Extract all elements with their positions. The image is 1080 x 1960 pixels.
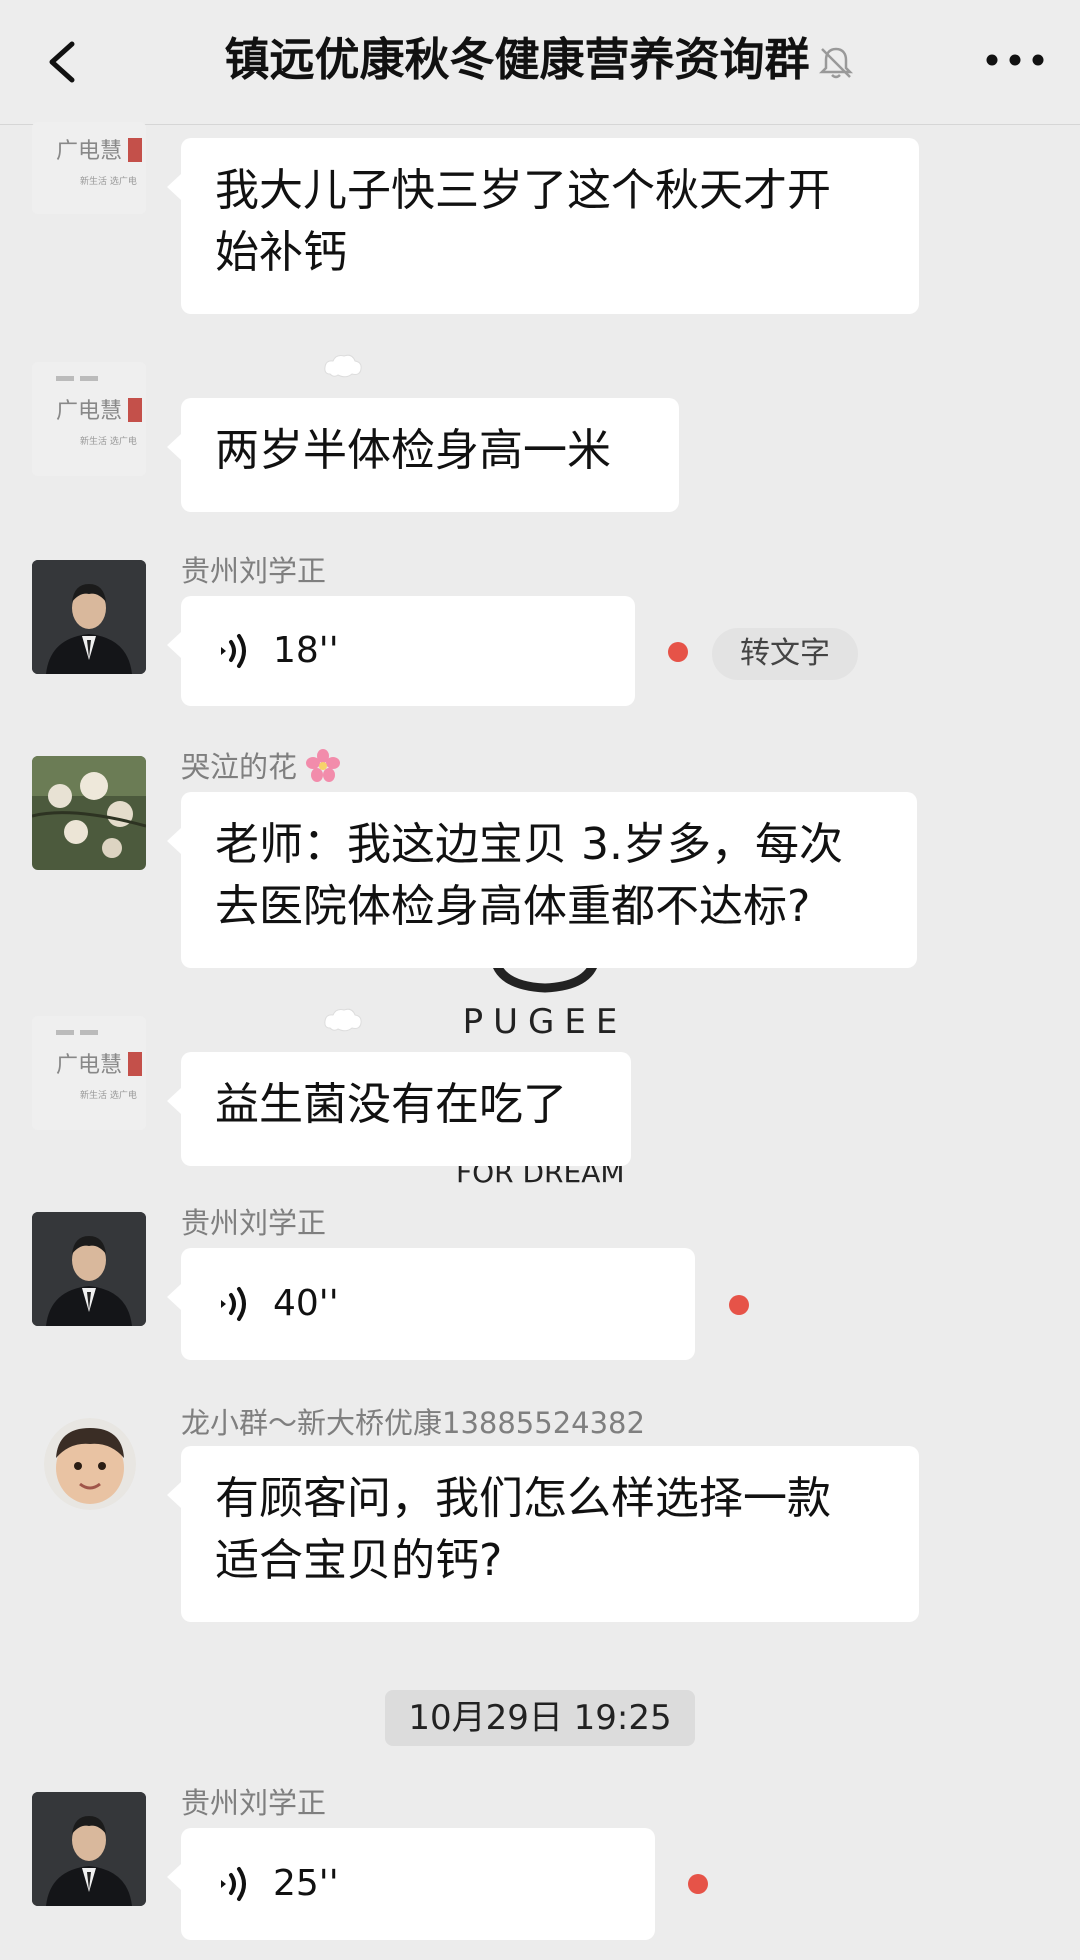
message-bubble[interactable]: 有顾客问，我们怎么样选择一款 适合宝贝的钙? <box>167 1446 919 1622</box>
baby-photo-icon <box>44 1418 136 1510</box>
svg-text:广电慧: 广电慧 <box>56 399 122 424</box>
message-bubble[interactable]: 益生菌没有在吃了 <box>167 1052 631 1166</box>
convert-to-text-button[interactable]: 转文字 <box>712 628 858 680</box>
message-text-line: 去医院体检身高体重都不达标? <box>215 881 811 932</box>
more-button[interactable] <box>980 40 1050 80</box>
back-arrow-icon <box>49 41 75 83</box>
svg-text:新生活 选广电: 新生活 选广电 <box>80 435 137 447</box>
voice-wave-icon <box>221 1287 246 1321</box>
more-dots-icon <box>986 54 1044 66</box>
message-text-line: 两岁半体检身高一米 <box>215 425 611 476</box>
unread-dot <box>729 1295 749 1315</box>
mute-bell-icon <box>818 47 853 79</box>
pugee-watermark: PUGEE EE FOR DREAM <box>440 960 650 1189</box>
message-bubble[interactable]: 两岁半体检身高一米 <box>167 398 679 512</box>
chat-header: 镇远优康秋冬健康营养资询群 <box>0 0 1080 125</box>
message-text-line: 始补钙 <box>215 227 347 278</box>
sender-name: 龙小群～新大桥优康13885524382 <box>181 1406 645 1440</box>
voice-duration: 25'' <box>273 1863 339 1904</box>
svg-text:新生活 选广电: 新生活 选广电 <box>80 175 137 187</box>
voice-message[interactable]: 40'' <box>167 1248 695 1360</box>
message-text-line: 老师：我这边宝贝 3.岁多，每次 <box>215 819 843 870</box>
svg-text:广电慧: 广电慧 <box>56 1053 122 1078</box>
group-name: 镇远优康秋冬健康营养资询群 <box>224 33 810 86</box>
chat-title: 镇远优康秋冬健康营养资询群 <box>130 28 950 92</box>
unread-dot <box>668 642 688 662</box>
sender-name: 贵州刘学正 <box>181 1786 327 1820</box>
avatar-guangdian[interactable]: 广电慧 新生活 选广电 <box>32 122 146 214</box>
back-button[interactable] <box>36 30 96 94</box>
person-photo-icon <box>32 1792 146 1906</box>
avatar-longxiaoqun[interactable] <box>44 1418 136 1510</box>
cherry-blossom-icon <box>306 749 341 782</box>
thought-bubble-icon <box>324 1008 362 1032</box>
message-bubble[interactable]: 我大儿子快三岁了这个秋天才开 始补钙 <box>167 138 919 314</box>
watermark-brand: PUGEE <box>462 1002 628 1042</box>
message-text-line: 我大儿子快三岁了这个秋天才开 <box>215 165 831 216</box>
message-text-line: 适合宝贝的钙? <box>215 1535 503 1586</box>
voice-duration: 40'' <box>273 1283 339 1324</box>
person-photo-icon <box>32 1212 146 1326</box>
message-text-line: 益生菌没有在吃了 <box>215 1079 567 1130</box>
guangdian-logo-icon: 广电慧 新生活 选广电 <box>32 122 146 214</box>
avatar-liuxuezheng[interactable] <box>32 1792 146 1906</box>
sender-name: 贵州刘学正 <box>181 554 327 588</box>
avatar-liuxuezheng[interactable] <box>32 560 146 674</box>
guangdian-logo-icon: 广电慧 新生活 选广电 <box>32 1016 146 1130</box>
avatar-guangdian[interactable]: 广电慧 新生活 选广电 <box>32 362 146 476</box>
guangdian-logo-icon: 广电慧 新生活 选广电 <box>32 362 146 476</box>
message-bubble[interactable]: 老师：我这边宝贝 3.岁多，每次 去医院体检身高体重都不达标? <box>167 792 917 968</box>
voice-message[interactable]: 18'' <box>167 596 635 706</box>
avatar-kuqi[interactable] <box>32 756 146 870</box>
thought-bubble-icon <box>324 354 362 378</box>
sender-name: 贵州刘学正 <box>181 1206 327 1240</box>
person-photo-icon <box>32 560 146 674</box>
flower-photo-icon <box>32 756 146 870</box>
voice-message[interactable]: 25'' <box>167 1828 655 1940</box>
message-text-line: 有顾客问，我们怎么样选择一款 <box>215 1473 831 1524</box>
unread-dot <box>688 1874 708 1894</box>
voice-wave-icon <box>221 1867 246 1901</box>
timestamp-divider: 10月29日 19:25 <box>385 1690 695 1746</box>
avatar-guangdian[interactable]: 广电慧 新生活 选广电 <box>32 1016 146 1130</box>
avatar-liuxuezheng[interactable] <box>32 1212 146 1326</box>
sender-name: 哭泣的花 <box>181 744 341 786</box>
svg-text:新生活 选广电: 新生活 选广电 <box>80 1089 137 1101</box>
voice-wave-icon <box>221 634 246 668</box>
voice-duration: 18'' <box>273 630 339 671</box>
svg-text:广电慧: 广电慧 <box>56 139 122 164</box>
